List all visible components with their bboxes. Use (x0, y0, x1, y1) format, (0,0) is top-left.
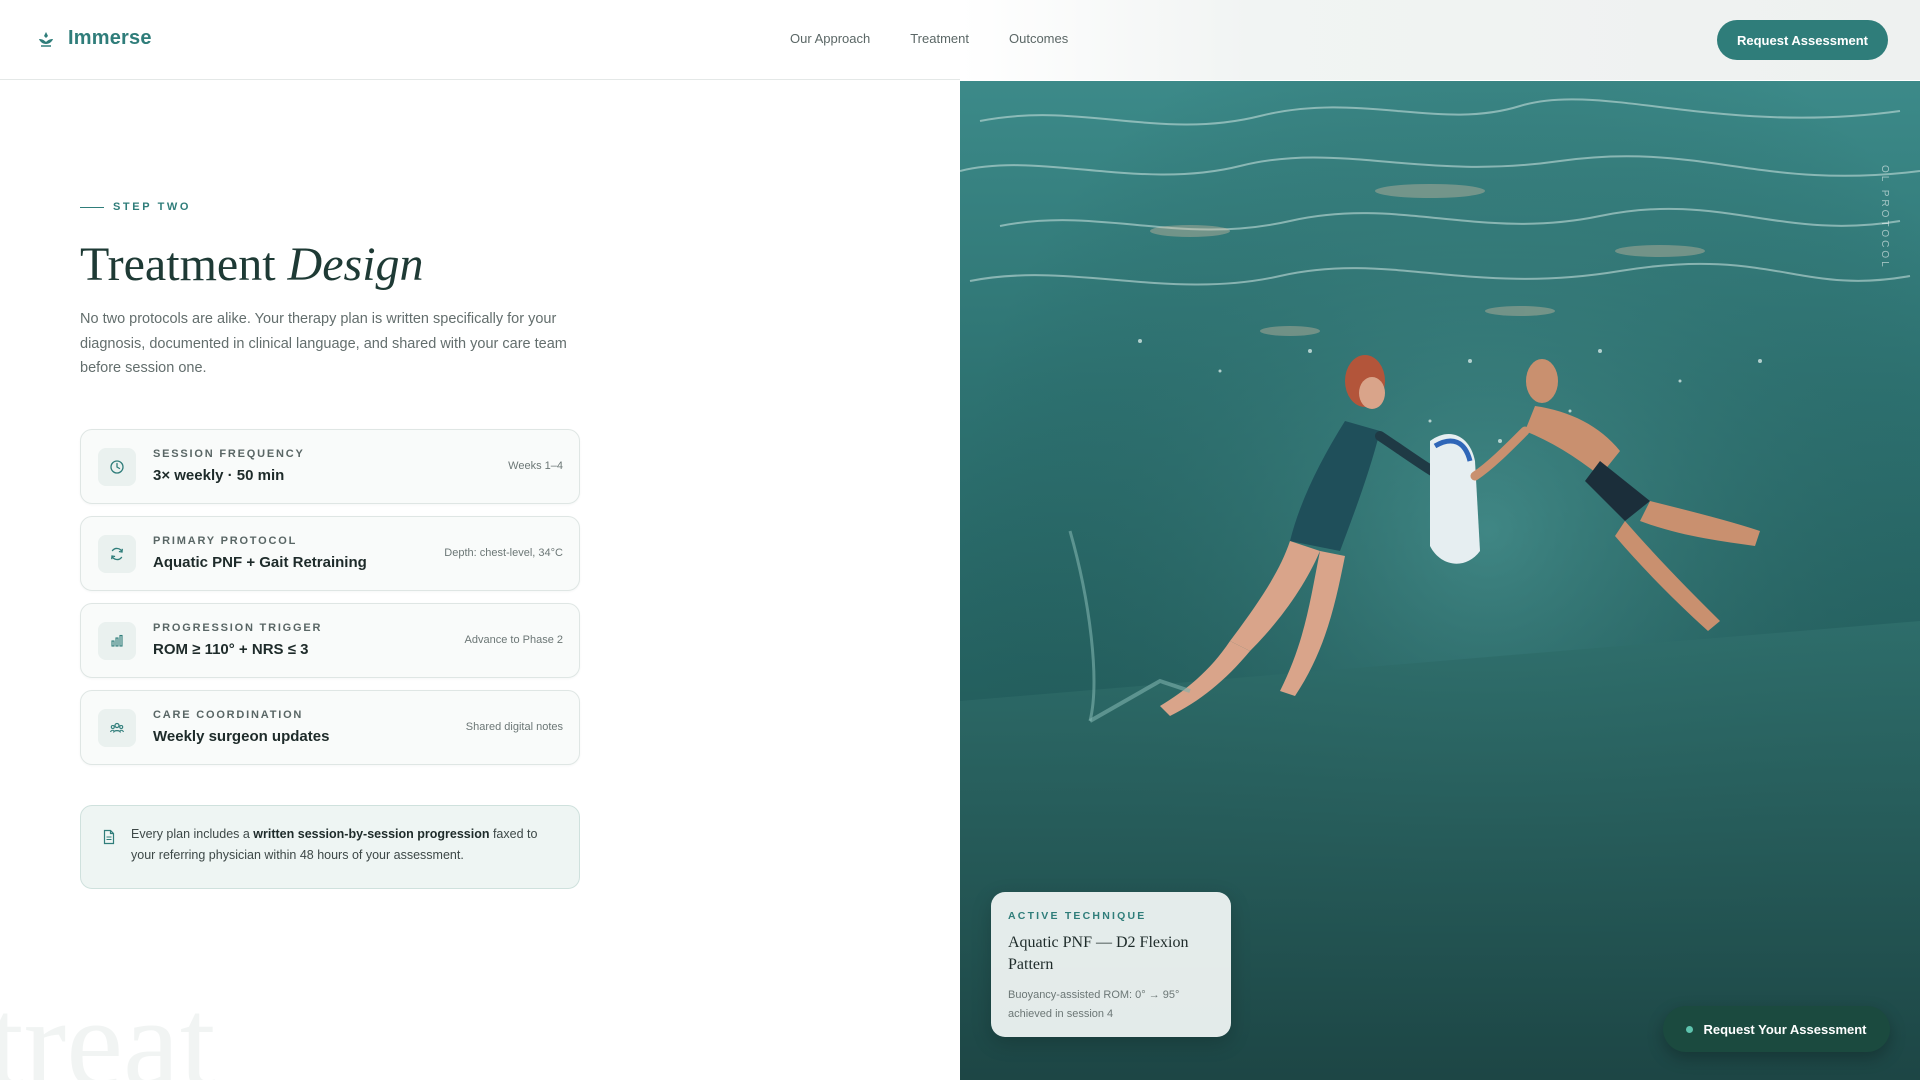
card-care-coordination: CARE COORDINATION Weekly surgeon updates… (80, 690, 580, 765)
card-session-frequency: SESSION FREQUENCY 3× weekly · 50 min Wee… (80, 429, 580, 504)
card-label: CARE COORDINATION (153, 709, 304, 721)
main-nav: Our Approach Treatment Outcomes (790, 31, 1068, 46)
clock-icon (98, 448, 136, 486)
nav-treatment[interactable]: Treatment (910, 31, 969, 46)
plan-note: Every plan includes a written session-by… (80, 805, 580, 889)
note-prefix: Every plan includes a (131, 827, 254, 841)
card-primary-protocol: PRIMARY PROTOCOL Aquatic PNF + Gait Retr… (80, 516, 580, 591)
card-value: Aquatic PNF + Gait Retraining (153, 554, 367, 571)
card-value: Weekly surgeon updates (153, 728, 330, 745)
hero-photo: OL PROTOCOL ACTIVE TECHNIQUE Aquatic PNF… (960, 81, 1920, 1080)
protocol-cards: SESSION FREQUENCY 3× weekly · 50 min Wee… (80, 429, 580, 777)
card-meta: Weeks 1–4 (508, 460, 563, 472)
eyebrow-text: STEP TWO (113, 201, 192, 213)
site-header: Immerse Our Approach Treatment Outcomes … (0, 0, 1920, 80)
card-label: SESSION FREQUENCY (153, 448, 305, 460)
bar-chart-icon (98, 622, 136, 660)
document-icon (103, 829, 115, 845)
team-icon (98, 709, 136, 747)
technique-label: ACTIVE TECHNIQUE (1008, 910, 1147, 922)
nav-outcomes[interactable]: Outcomes (1009, 31, 1068, 46)
technique-title: Aquatic PNF — D2 Flexion Pattern (1008, 934, 1189, 973)
card-meta: Shared digital notes (465, 721, 563, 733)
eyebrow-line (80, 206, 104, 208)
treatment-section: STEP TWO Treatment Design No two protoco… (0, 81, 960, 1080)
request-assessment-button[interactable]: Request Assessment (1717, 20, 1888, 60)
card-meta: Advance to Phase 2 (464, 634, 563, 646)
title-plain: Treatment (80, 238, 276, 291)
title-italic: Design (287, 238, 424, 291)
nav-our-approach[interactable]: Our Approach (790, 31, 870, 46)
lotus-icon (39, 31, 53, 47)
card-label: PRIMARY PROTOCOL (153, 535, 298, 547)
technique-desc: Buoyancy-assisted ROM: 0° → 95° achieved… (1008, 989, 1180, 1020)
card-meta: Depth: chest-level, 34°C (444, 547, 563, 559)
card-value: 3× weekly · 50 min (153, 467, 285, 484)
intro-text: No two protocols are alike. Your therapy… (80, 311, 567, 376)
request-your-assessment-button[interactable]: Request Your Assessment (1663, 1006, 1890, 1052)
note-text: Every plan includes a written session-by… (131, 824, 561, 866)
float-button-label: Request Your Assessment (1703, 1021, 1867, 1037)
refresh-icon (98, 535, 136, 573)
note-bold: written session-by-session progression (253, 827, 490, 841)
active-technique-card: ACTIVE TECHNIQUE Aquatic PNF — D2 Flexio… (991, 892, 1231, 1037)
page-title: Treatment Design (80, 237, 424, 292)
status-dot (1686, 1025, 1694, 1033)
logo-text: Immerse (68, 27, 152, 49)
eyebrow: STEP TWO (80, 201, 191, 213)
vertical-label: OL PROTOCOL (1879, 165, 1890, 270)
logo-link[interactable]: Immerse (36, 27, 152, 50)
watermark-text: treat (0, 972, 216, 1080)
card-progression-trigger: PROGRESSION TRIGGER ROM ≥ 110° + NRS ≤ 3… (80, 603, 580, 678)
card-value: ROM ≥ 110° + NRS ≤ 3 (153, 641, 309, 658)
card-label: PROGRESSION TRIGGER (153, 622, 323, 634)
